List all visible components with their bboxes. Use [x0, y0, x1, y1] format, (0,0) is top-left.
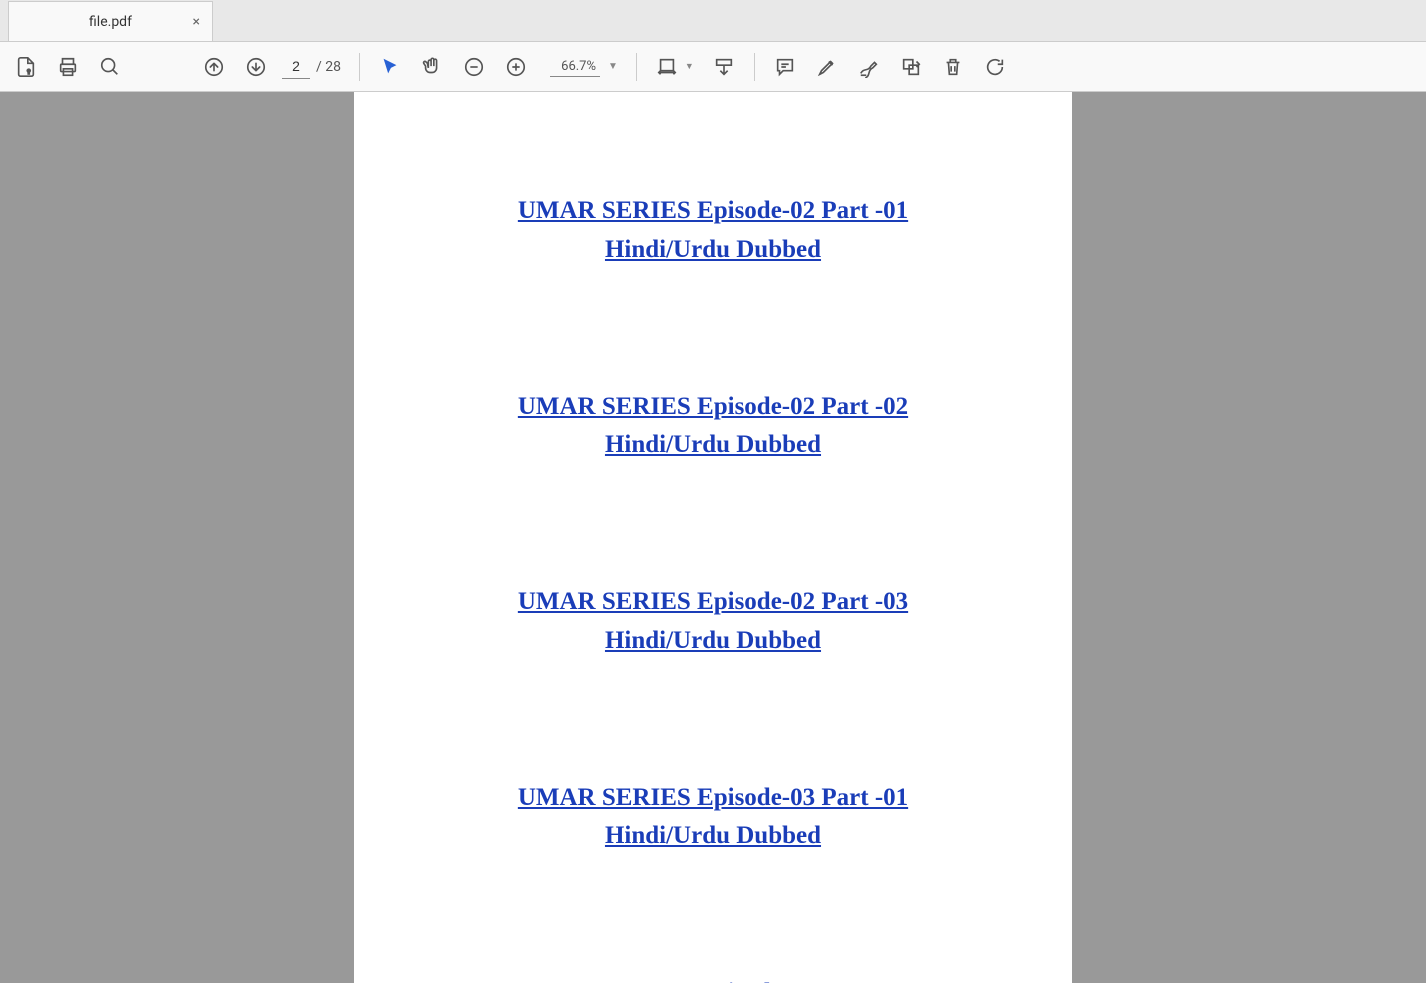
- fit-width-button[interactable]: [647, 47, 687, 87]
- select-tool-button[interactable]: [370, 47, 410, 87]
- print-button[interactable]: [48, 47, 88, 87]
- pdf-page: UMAR SERIES Episode-02 Part -01Hindi/Urd…: [354, 92, 1072, 983]
- document-link[interactable]: UMAR SERIES Episode-03 Part -01Hindi/Urd…: [518, 779, 908, 857]
- tab[interactable]: file.pdf ×: [8, 1, 213, 41]
- divider: [359, 53, 360, 81]
- search-button[interactable]: [90, 47, 130, 87]
- chevron-down-icon[interactable]: ▼: [685, 61, 694, 72]
- delete-button[interactable]: [933, 47, 973, 87]
- comment-button[interactable]: [765, 47, 805, 87]
- zoom-dropdown-icon[interactable]: ▼: [608, 61, 618, 72]
- page-total: / 28: [316, 59, 341, 75]
- zoom-in-button[interactable]: [496, 47, 536, 87]
- document-link[interactable]: UMAR SERIES Episode-03 Part -02Hindi/Urd…: [518, 974, 908, 983]
- prev-page-button[interactable]: [194, 47, 234, 87]
- shapes-button[interactable]: [891, 47, 931, 87]
- hand-tool-button[interactable]: [412, 47, 452, 87]
- rotate-button[interactable]: [975, 47, 1015, 87]
- document-link[interactable]: UMAR SERIES Episode-02 Part -01Hindi/Urd…: [518, 192, 908, 270]
- close-icon[interactable]: ×: [193, 14, 200, 30]
- tab-bar: file.pdf ×: [0, 0, 1426, 42]
- read-mode-button[interactable]: [704, 47, 744, 87]
- tab-title: file.pdf: [89, 14, 132, 30]
- page-number-input[interactable]: [282, 55, 310, 79]
- document-viewport[interactable]: UMAR SERIES Episode-02 Part -01Hindi/Urd…: [0, 92, 1426, 983]
- document-link[interactable]: UMAR SERIES Episode-02 Part -02Hindi/Urd…: [518, 388, 908, 466]
- next-page-button[interactable]: [236, 47, 276, 87]
- zoom-level[interactable]: 66.7%: [550, 57, 600, 77]
- zoom-out-button[interactable]: [454, 47, 494, 87]
- document-link[interactable]: UMAR SERIES Episode-02 Part -03Hindi/Urd…: [518, 583, 908, 661]
- toolbar: / 28 66.7% ▼ ▼: [0, 42, 1426, 92]
- highlight-button[interactable]: [807, 47, 847, 87]
- divider: [754, 53, 755, 81]
- save-button[interactable]: [6, 47, 46, 87]
- draw-button[interactable]: [849, 47, 889, 87]
- divider: [636, 53, 637, 81]
